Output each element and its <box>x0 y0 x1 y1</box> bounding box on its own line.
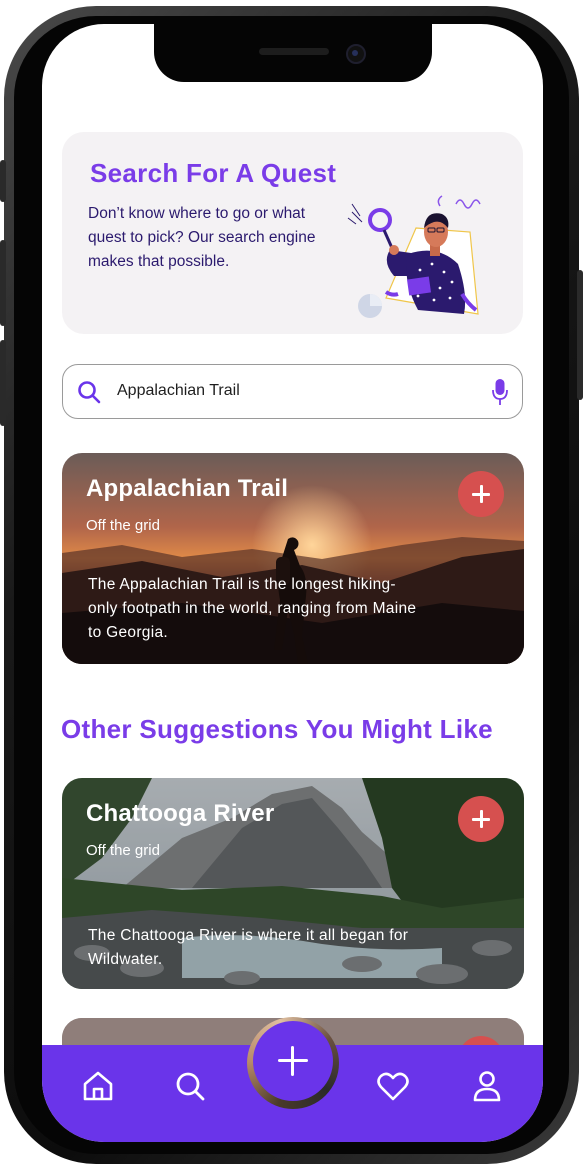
search-icon[interactable] <box>172 1068 208 1104</box>
heart-icon[interactable] <box>375 1068 411 1104</box>
add-quest-button[interactable] <box>458 471 504 517</box>
card-subtitle: Off the grid <box>86 842 160 859</box>
suggestions-heading: Other Suggestions You Might Like <box>61 714 493 744</box>
phone-notch <box>154 24 432 82</box>
card-description: The Chattooga River is where it all bega… <box>88 927 409 968</box>
screenshot: Search For A Quest Don’t know where to g… <box>0 0 583 1170</box>
card-description: The Appalachian Trail is the longest hik… <box>88 576 417 641</box>
front-camera <box>346 44 366 64</box>
profile-icon[interactable] <box>469 1068 505 1104</box>
search-quest-banner: Search For A Quest Don’t know where to g… <box>62 132 523 334</box>
search-bar <box>62 364 523 419</box>
add-quest-button[interactable] <box>458 796 504 842</box>
volume-down-button <box>0 340 6 426</box>
quest-card-appalachian-trail[interactable]: Appalachian Trail Off the grid The Appal… <box>62 453 524 664</box>
power-button <box>577 270 583 400</box>
card-subtitle: Off the grid <box>86 517 160 534</box>
plus-icon[interactable] <box>253 1021 333 1101</box>
quest-card-chattooga-river[interactable]: Chattooga River Off the grid The Chattoo… <box>62 778 524 989</box>
microphone-icon[interactable] <box>492 378 508 406</box>
search-input[interactable] <box>117 375 477 407</box>
hero-title: Search For A Quest <box>90 158 337 188</box>
speaker-grille <box>259 48 329 55</box>
app-screen: Search For A Quest Don’t know where to g… <box>42 24 543 1142</box>
card-title: Appalachian Trail <box>86 475 289 502</box>
search-icon[interactable] <box>77 380 101 404</box>
card-title: Chattooga River <box>86 800 275 827</box>
volume-up-button <box>0 240 6 326</box>
home-icon[interactable] <box>80 1068 116 1104</box>
person-with-magnifier-illustration <box>347 195 481 318</box>
mute-switch <box>0 160 6 202</box>
hero-description: Don’t know where to go or what quest to … <box>88 205 316 270</box>
